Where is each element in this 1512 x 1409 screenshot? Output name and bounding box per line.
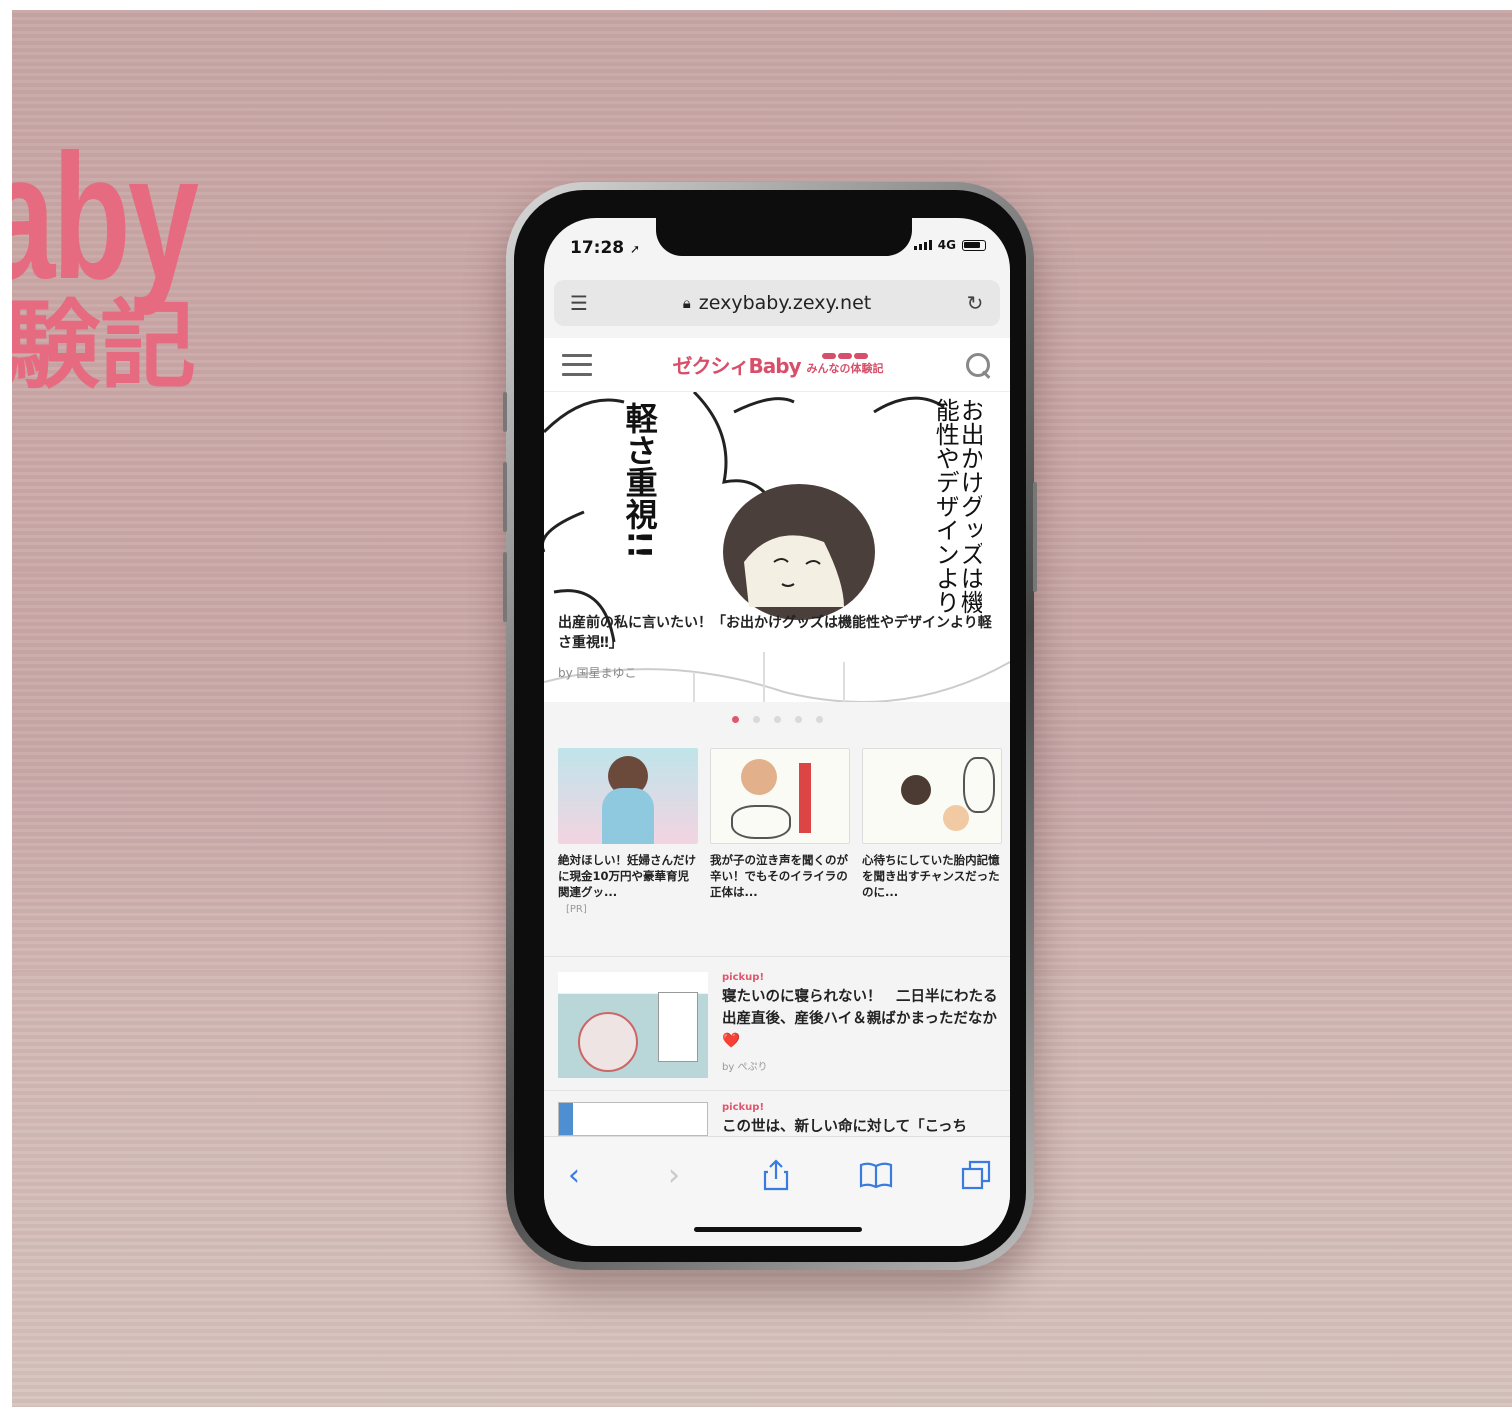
url-display[interactable]: 🔒︎ zexybaby.zexy.net <box>683 292 871 314</box>
lock-icon: 🔒︎ <box>682 294 691 312</box>
card-title: 我が子の泣き声を聞くのが辛い！でもそのイライラの正体は... <box>710 853 848 900</box>
hero-author: by 国星まゆこ <box>558 666 637 680</box>
comic-bubble <box>963 757 995 813</box>
comic-panel-edge <box>559 1103 573 1135</box>
address-bar[interactable]: ☰ 🔒︎ zexybaby.zexy.net ↻ <box>554 280 1000 326</box>
tabs-icon[interactable] <box>956 1155 996 1195</box>
pickup-thumbnail <box>558 1102 708 1136</box>
card-title: 絶対ほしい！妊婦さんだけに現金10万円や豪華育児関連グッ... <box>558 853 696 900</box>
hero-art-text-left: 軽さ重視!! <box>620 402 659 560</box>
network-label: 4G <box>937 238 956 252</box>
hero-art-text-right: お出かけグッズは機能性やデザインより <box>932 398 983 614</box>
forward-icon[interactable]: › <box>654 1155 694 1195</box>
comic-mark <box>799 763 811 833</box>
logo-sub-text: みんなの体験記 <box>806 362 884 375</box>
location-icon: ➚ <box>630 242 641 256</box>
carousel-dots <box>544 716 1010 723</box>
pickup-text: pickup! この世は、新しい命に対して「こっち <box>722 1102 967 1139</box>
article-card[interactable]: 絶対ほしい！妊婦さんだけに現金10万円や豪華育児関連グッ... [PR] <box>558 748 698 915</box>
logo-sub: みんなの体験記 <box>807 353 884 376</box>
comic-bubble <box>658 992 698 1062</box>
site-logo[interactable]: ゼクシィBaby みんなの体験記 <box>672 350 884 379</box>
backdrop-brand-text: aby <box>12 117 199 316</box>
mute-switch <box>503 392 507 432</box>
pickup-item[interactable]: pickup! この世は、新しい命に対して「こっち <box>558 1102 998 1139</box>
signal-icon <box>913 240 932 250</box>
article-card-row: 絶対ほしい！妊婦さんだけに現金10万円や豪華育児関連グッ... [PR] 我が子… <box>558 748 1002 915</box>
hero-caption[interactable]: 出産前の私に言いたい！「お出かけグッズは機能性やデザインより軽さ重視‼」 <box>558 614 998 653</box>
card-thumbnail <box>558 748 698 844</box>
card-pr-badge: [PR] <box>566 904 587 916</box>
comic-baby <box>943 805 969 831</box>
person-body <box>602 788 654 844</box>
status-time: 17:28 ➚ <box>570 238 641 258</box>
carousel-dot[interactable] <box>815 716 823 723</box>
pickup-author: by ぺぷり <box>722 1062 768 1074</box>
reload-icon[interactable]: ↻ <box>964 291 986 315</box>
section-divider <box>544 956 1010 957</box>
comic-face <box>741 759 777 795</box>
safari-toolbar: ‹ › <box>544 1136 1010 1246</box>
battery-icon <box>962 239 986 251</box>
notch <box>656 218 912 256</box>
share-icon[interactable] <box>756 1155 796 1195</box>
carousel-dot[interactable] <box>752 716 760 723</box>
hero-slide[interactable]: 軽さ重視!! お出かけグッズは機能性やデザインより <box>544 392 1010 702</box>
pickup-label: pickup! <box>722 1102 765 1113</box>
volume-down-button <box>503 552 507 622</box>
back-icon[interactable]: ‹ <box>554 1155 594 1195</box>
carousel-dot[interactable] <box>794 716 802 723</box>
article-card[interactable]: 我が子の泣き声を聞くのが辛い！でもそのイライラの正体は... <box>710 748 850 915</box>
reader-view-icon[interactable]: ☰ <box>568 291 590 315</box>
article-card[interactable]: 心待ちにしていた胎内記憶を聞き出すチャンスだったのに... <box>862 748 1002 915</box>
pickup-thumbnail <box>558 972 708 1078</box>
card-thumbnail <box>862 748 1002 844</box>
pickup-label: pickup! <box>722 972 765 983</box>
comic-figure <box>578 1012 638 1072</box>
logo-main-text: ゼクシィBaby <box>672 354 801 378</box>
status-indicators: 4G <box>913 238 986 252</box>
phone-bezel: 17:28 ➚ 4G ☰ 🔒︎ zexybaby.zexy.net ↻ ゼクシィ… <box>514 190 1026 1262</box>
home-indicator[interactable] <box>694 1227 862 1232</box>
card-title: 心待ちにしていた胎内記憶を聞き出すチャンスだったのに... <box>862 853 1000 900</box>
phone-screen: 17:28 ➚ 4G ☰ 🔒︎ zexybaby.zexy.net ↻ ゼクシィ… <box>544 218 1010 1246</box>
backdrop-brand-subtext: 験記 <box>12 290 196 402</box>
card-thumbnail <box>710 748 850 844</box>
site-header: ゼクシィBaby みんなの体験記 <box>544 338 1010 392</box>
menu-icon[interactable] <box>562 353 592 376</box>
section-divider <box>544 1090 1010 1091</box>
pickup-item[interactable]: pickup! 寝たいのに寝られない！ 二日半にわたる出産直後、産後ハイ＆親ばか… <box>558 972 998 1078</box>
url-text: zexybaby.zexy.net <box>698 292 872 314</box>
pickup-text: pickup! 寝たいのに寝られない！ 二日半にわたる出産直後、産後ハイ＆親ばか… <box>722 972 998 1078</box>
carousel-dot[interactable] <box>773 716 781 723</box>
carousel-dot[interactable] <box>731 716 739 723</box>
pickup-title: 寝たいのに寝られない！ 二日半にわたる出産直後、産後ハイ＆親ばかまっただなか❤️ <box>722 989 998 1049</box>
power-button <box>1033 482 1037 592</box>
comic-face <box>901 775 931 805</box>
volume-up-button <box>503 462 507 532</box>
bookmarks-icon[interactable] <box>856 1155 896 1195</box>
comic-bubble <box>731 805 791 839</box>
logo-pill-decoration <box>822 353 869 359</box>
phone-frame: 17:28 ➚ 4G ☰ 🔒︎ zexybaby.zexy.net ↻ ゼクシィ… <box>503 182 1037 1270</box>
search-icon[interactable] <box>964 351 992 379</box>
